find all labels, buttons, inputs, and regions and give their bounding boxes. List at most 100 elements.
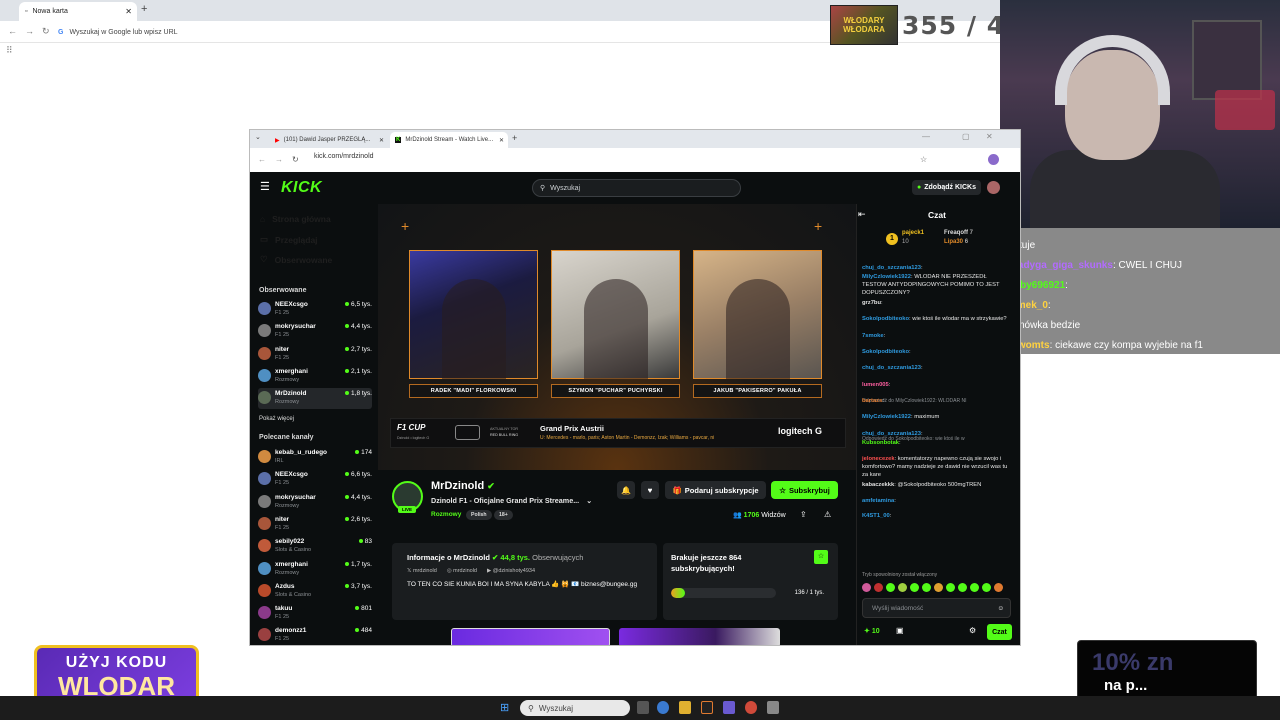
channel-item[interactable]: mokrysuchar F1 25 4,4 tys.	[258, 321, 372, 342]
sidebar-nav-item[interactable]: ▭ Przeglądaj	[260, 234, 318, 245]
channel-item[interactable]: Azdus Slots & Casino 3,7 tys.	[258, 581, 372, 602]
share-icon[interactable]: ⇪	[800, 510, 807, 519]
forward-icon[interactable]: →	[25, 26, 34, 36]
chat-username[interactable]: bartazs	[862, 398, 882, 404]
heart-icon[interactable]: ♥	[641, 481, 659, 499]
reload-icon[interactable]: ↻	[292, 155, 299, 164]
chat-username[interactable]: Kubsonbotak	[862, 440, 899, 446]
chat-send-button[interactable]: Czat	[987, 624, 1012, 640]
emote-icon[interactable]	[958, 583, 967, 592]
url-bar[interactable]: kick.com/mrdzinold	[314, 153, 374, 160]
social-youtube[interactable]: ▶ @dzinishoty4934	[487, 568, 535, 574]
task-view-icon[interactable]	[637, 701, 649, 714]
chat-kicks-balance[interactable]: ✦ 10	[864, 627, 880, 635]
explorer-icon[interactable]	[679, 701, 691, 714]
menu-icon[interactable]: ☰	[260, 180, 270, 193]
emote-icon[interactable]	[910, 583, 919, 592]
outer-omnibox[interactable]: G Wyszukaj w Google lub wpisz URL	[58, 24, 758, 40]
emote-icon[interactable]	[874, 583, 883, 592]
gift-sub-button[interactable]: 🎁 Podaruj subskrypcje	[665, 481, 766, 499]
apps-icon[interactable]: ⠿	[6, 45, 13, 56]
chat-username[interactable]: 7smoke	[862, 333, 884, 339]
chat-username[interactable]: lumen005	[862, 382, 889, 388]
channel-item[interactable]: NEEXcsgo F1 25 6,5 tys.	[258, 299, 372, 320]
report-icon[interactable]: ⚠	[824, 510, 831, 519]
start-icon[interactable]: ⊞	[500, 701, 509, 714]
emote-icon[interactable]	[970, 583, 979, 592]
close-icon[interactable]: ✕	[499, 137, 504, 144]
new-tab-icon[interactable]: +	[141, 3, 147, 15]
social-instagram[interactable]: ◎ mrdzinold	[447, 568, 477, 574]
channel-item[interactable]: NEEXcsgo F1 25 6,6 tys.	[258, 469, 372, 490]
channel-item[interactable]: niter F1 25 2,7 tys.	[258, 344, 372, 365]
channel-item[interactable]: mokrysuchar Rozmowy 4,4 tys.	[258, 492, 372, 513]
user-avatar[interactable]	[987, 181, 1000, 194]
channel-item[interactable]: niter F1 25 2,6 tys.	[258, 514, 372, 535]
gift-icon[interactable]: ▣	[896, 626, 904, 635]
sidebar-nav-item[interactable]: ⌂ Strona główna	[260, 214, 331, 224]
chat-username[interactable]: Sokolpodbiteoko	[862, 349, 909, 355]
tag-pill[interactable]: Polish	[466, 510, 492, 520]
get-kicks-button[interactable]: ● Zdobądź KICKs	[912, 180, 981, 195]
inner-tab-youtube[interactable]: ▶ (101) Dawid Jasper PRZEGLĄ... ✕	[270, 132, 388, 148]
chat-username[interactable]: chuj_do_szczania123	[862, 365, 921, 371]
profile-avatar[interactable]	[988, 154, 999, 165]
search-input[interactable]: ⚲ Wyszukaj	[532, 179, 741, 197]
browser-icon[interactable]	[745, 701, 757, 714]
app-icon[interactable]	[767, 701, 779, 714]
channel-item[interactable]: takuu F1 25 801	[258, 603, 372, 624]
emote-icon[interactable]	[922, 583, 931, 592]
inner-tab-kick[interactable]: K MrDzinold Stream - Watch Live... ✕	[390, 132, 508, 148]
back-icon[interactable]: ←	[8, 26, 17, 36]
emote-icon[interactable]	[934, 583, 943, 592]
new-tab-icon[interactable]: +	[512, 133, 517, 143]
chat-username[interactable]: chuj_do_szczania123	[862, 265, 921, 271]
channel-item[interactable]: kebab_u_rudego IRL 174	[258, 447, 372, 468]
taskbar-search[interactable]: ⚲ Wyszukaj	[520, 700, 630, 716]
chat-username[interactable]: jelonecezek	[862, 456, 895, 462]
emote-icon[interactable]	[886, 583, 895, 592]
chat-username[interactable]: chuj_do_szczania123	[862, 431, 921, 437]
close-icon[interactable]: ✕	[379, 137, 384, 144]
sidebar-nav-item[interactable]: ♡ Obserwowane	[260, 254, 332, 265]
close-icon[interactable]: ✕	[125, 7, 132, 16]
kick-logo[interactable]: KICK	[281, 179, 322, 197]
maximize-icon[interactable]: ▢	[962, 132, 970, 141]
chat-username[interactable]: grz7bu	[862, 300, 881, 306]
bookmark-star-icon[interactable]: ☆	[920, 155, 927, 164]
social-x[interactable]: 𝕏 mrdzinold	[407, 568, 437, 574]
chat-username[interactable]: amfetamina	[862, 498, 894, 504]
subscribe-button[interactable]: ☆ Subskrybuj	[771, 481, 838, 499]
emote-icon[interactable]	[946, 583, 955, 592]
app-icon[interactable]	[701, 701, 713, 714]
channel-item[interactable]: xmerghani Rozmowy 1,7 tys.	[258, 559, 372, 580]
outer-tab-newtab[interactable]: ▫ Nowa karta ✕	[19, 2, 137, 21]
chat-input[interactable]: Wyślij wiadomość ☺	[862, 598, 1011, 618]
show-more-link[interactable]: Pokaż więcej	[259, 416, 294, 422]
channel-item[interactable]: xmerghani Rozmowy 2,1 tys.	[258, 366, 372, 387]
emote-icon[interactable]	[862, 583, 871, 592]
forward-icon[interactable]: →	[275, 155, 283, 164]
discord-icon[interactable]	[723, 701, 735, 714]
chat-username[interactable]: Sokolpodbiteoko	[862, 316, 909, 322]
chat-username[interactable]: MilyCzlowiek1922	[862, 414, 911, 420]
chat-username[interactable]: K4ST1_00	[862, 513, 890, 519]
channel-name[interactable]: MrDzinold ✔	[431, 480, 495, 492]
gear-icon[interactable]: ⚙	[969, 626, 976, 635]
chevron-down-icon[interactable]: ⌄	[586, 496, 592, 505]
bell-icon[interactable]: 🔔	[617, 481, 635, 499]
channel-item[interactable]: demonzz1 F1 25 484	[258, 625, 372, 645]
collapse-chat-icon[interactable]: ⇤	[858, 209, 866, 220]
panel-thumbnail[interactable]	[451, 628, 610, 645]
window-close-icon[interactable]: ✕	[986, 132, 993, 141]
tag-pill[interactable]: 18+	[494, 510, 513, 520]
category-link[interactable]: Rozmowy	[431, 511, 461, 518]
back-icon[interactable]: ←	[258, 155, 266, 164]
channel-item[interactable]: sebily022 Slots & Casino 83	[258, 536, 372, 557]
minimize-icon[interactable]: —	[922, 132, 930, 141]
emote-icon[interactable]	[994, 583, 1003, 592]
chat-username[interactable]: MilyCzlowiek1922	[862, 274, 911, 280]
channel-item[interactable]: MrDzinold Rozmowy 1,8 tys.	[258, 388, 372, 410]
chrome-icon[interactable]	[657, 701, 669, 714]
panel-thumbnail[interactable]	[619, 628, 780, 645]
